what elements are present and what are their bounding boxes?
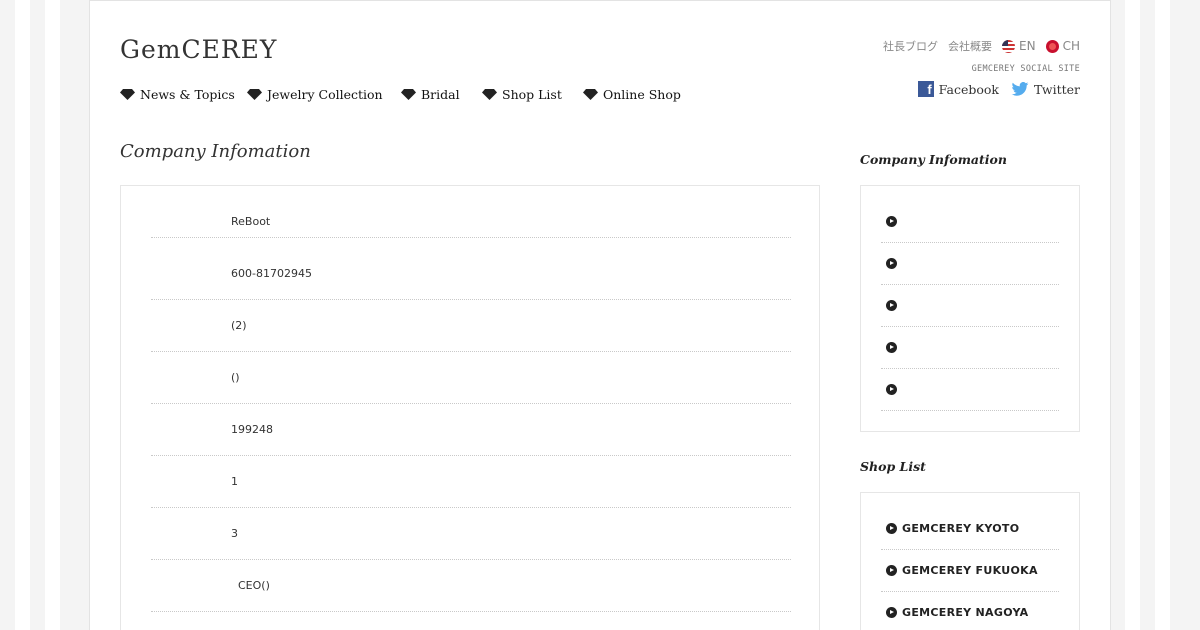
background-stripe: [45, 0, 60, 630]
twitter-label: Twitter: [1033, 81, 1080, 97]
sidebar-company-title: Company Infomation: [860, 152, 1007, 167]
sidebar-item-label: GEMCEREY NAGOYA: [902, 606, 1029, 619]
arrow-right-icon: [886, 523, 897, 534]
sidebar-item-label: GEMCEREY KYOTO: [902, 522, 1020, 535]
language-ch-label: CH: [1062, 39, 1080, 53]
facebook-label: Facebook: [938, 81, 999, 97]
nav-label: Jewelry Collection: [267, 87, 383, 102]
background-stripe: [1125, 0, 1140, 630]
twitter-bird-icon: [1011, 82, 1029, 96]
nav-label: Bridal: [421, 87, 460, 102]
info-row: (2): [151, 300, 791, 352]
info-row: 600-81702945: [151, 248, 791, 300]
twitter-link[interactable]: Twitter: [1011, 82, 1080, 97]
sidebar-shop-title: Shop List: [860, 459, 926, 474]
diamond-icon: [120, 89, 135, 100]
language-ch-link[interactable]: CH: [1045, 39, 1080, 53]
diamond-icon: [247, 89, 262, 100]
diamond-icon: [583, 89, 598, 100]
background-stripe: [15, 0, 30, 630]
sidebar-company-item[interactable]: [881, 369, 1059, 411]
sidebar-company-box: [860, 185, 1080, 432]
arrow-right-icon: [886, 384, 897, 395]
company-overview-link[interactable]: 会社概要: [948, 38, 992, 54]
nav-shop-list[interactable]: Shop List: [482, 87, 562, 102]
sidebar-shop-item-kyoto[interactable]: GEMCEREY KYOTO: [881, 508, 1059, 550]
arrow-right-icon: [886, 300, 897, 311]
nav-jewelry-collection[interactable]: Jewelry Collection: [247, 87, 383, 102]
info-row: CEO(): [151, 560, 791, 612]
nav-online-shop[interactable]: Online Shop: [583, 87, 681, 102]
info-value: 600-81702945: [231, 267, 312, 280]
sidebar-shop-box: GEMCEREY KYOTO GEMCEREY FUKUOKA GEMCEREY…: [860, 492, 1080, 630]
nav-news-topics[interactable]: News & Topics: [120, 87, 235, 102]
diamond-icon: [482, 89, 497, 100]
info-row: 199248: [151, 404, 791, 456]
president-blog-link[interactable]: 社長ブログ: [883, 38, 938, 54]
info-value: ReBoot: [231, 215, 271, 228]
china-flag-icon: [1045, 39, 1059, 53]
sidebar-shop-item-nagoya[interactable]: GEMCEREY NAGOYA: [881, 592, 1059, 630]
background-stripe: [1155, 0, 1170, 630]
diamond-icon: [401, 89, 416, 100]
site-logo[interactable]: GemCEREY: [120, 35, 277, 64]
info-row: 1: [151, 456, 791, 508]
info-value: 199248: [231, 423, 273, 436]
info-row: 3: [151, 508, 791, 560]
arrow-right-icon: [886, 216, 897, 227]
top-links: 社長ブログ 会社概要 EN CH: [883, 38, 1080, 54]
arrow-right-icon: [886, 607, 897, 618]
info-row: (): [151, 352, 791, 404]
page-container: GemCEREY 社長ブログ 会社概要 EN CH GEMCEREY SOCIA…: [89, 0, 1111, 630]
arrow-right-icon: [886, 342, 897, 353]
info-value: (2): [231, 319, 247, 332]
arrow-right-icon: [886, 565, 897, 576]
nav-label: Online Shop: [603, 87, 681, 102]
info-row: ReBoot: [151, 186, 791, 238]
arrow-right-icon: [886, 258, 897, 269]
sidebar-shop-item-fukuoka[interactable]: GEMCEREY FUKUOKA: [881, 550, 1059, 592]
facebook-link[interactable]: f Facebook: [917, 81, 999, 97]
sidebar-company-item[interactable]: [881, 243, 1059, 285]
nav-bridal[interactable]: Bridal: [401, 87, 460, 102]
info-value: 1: [231, 475, 238, 488]
info-value: 3: [231, 527, 238, 540]
info-value: (): [231, 371, 240, 384]
sidebar-item-label: GEMCEREY FUKUOKA: [902, 564, 1038, 577]
sidebar-company-item[interactable]: [881, 327, 1059, 369]
page-title: Company Infomation: [120, 141, 311, 162]
nav-label: News & Topics: [140, 87, 235, 102]
facebook-icon: f: [917, 81, 934, 97]
sidebar-company-item[interactable]: [881, 201, 1059, 243]
social-site-caption: GEMCEREY SOCIAL SITE: [971, 64, 1080, 74]
nav-label: Shop List: [502, 87, 562, 102]
social-links: f Facebook Twitter: [917, 81, 1080, 97]
us-flag-icon: [1002, 39, 1016, 53]
company-info-box: ReBoot 600-81702945 (2) () 199248 1 3 CE…: [120, 185, 820, 630]
sidebar-company-item[interactable]: [881, 285, 1059, 327]
language-en-link[interactable]: EN: [1002, 39, 1036, 53]
info-value: CEO(): [231, 579, 270, 592]
language-en-label: EN: [1019, 39, 1036, 53]
